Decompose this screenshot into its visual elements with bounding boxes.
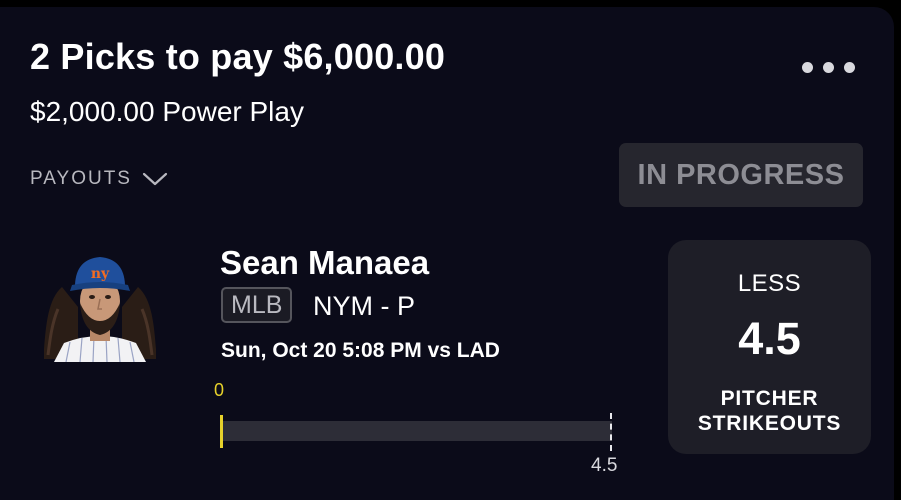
more-horizontal-icon <box>801 61 813 73</box>
payouts-toggle[interactable]: PAYOUTS <box>30 168 168 190</box>
more-horizontal-icon-dot <box>843 61 855 73</box>
progress-target-value: 4.5 <box>591 455 618 476</box>
pick-selection-box[interactable]: LESS 4.5 PITCHER STRIKEOUTS <box>668 240 871 454</box>
game-time: Sun, Oct 20 5:08 PM vs LAD <box>221 339 500 362</box>
pick-stat-line2: STRIKEOUTS <box>697 412 842 435</box>
player-avatar: ny <box>44 257 156 362</box>
progress-current-marker <box>220 415 223 448</box>
progress-target-marker <box>610 413 612 451</box>
pick-stat-line1: PITCHER <box>720 387 819 410</box>
progress-track <box>222 421 612 441</box>
progress-current-value: 0 <box>214 380 225 400</box>
chevron-down-icon <box>142 172 168 186</box>
status-badge: IN PROGRESS <box>619 143 863 207</box>
pick-direction: LESS <box>737 270 802 297</box>
league-badge: MLB <box>221 287 293 323</box>
more-options-button[interactable] <box>790 50 866 84</box>
pick-stat-type: PITCHER STRIKEOUTS <box>668 386 871 436</box>
payouts-label: PAYOUTS <box>30 168 132 189</box>
svg-text:ny: ny <box>91 266 110 282</box>
more-horizontal-icon-dot <box>822 61 834 73</box>
player-name: Sean Manaea <box>220 244 430 281</box>
team-position: NYM - P <box>313 291 416 321</box>
entry-title: 2 Picks to pay $6,000.00 <box>30 36 446 77</box>
pick-line-value: 4.5 <box>738 313 801 364</box>
entry-subtitle: $2,000.00 Power Play <box>30 96 304 127</box>
